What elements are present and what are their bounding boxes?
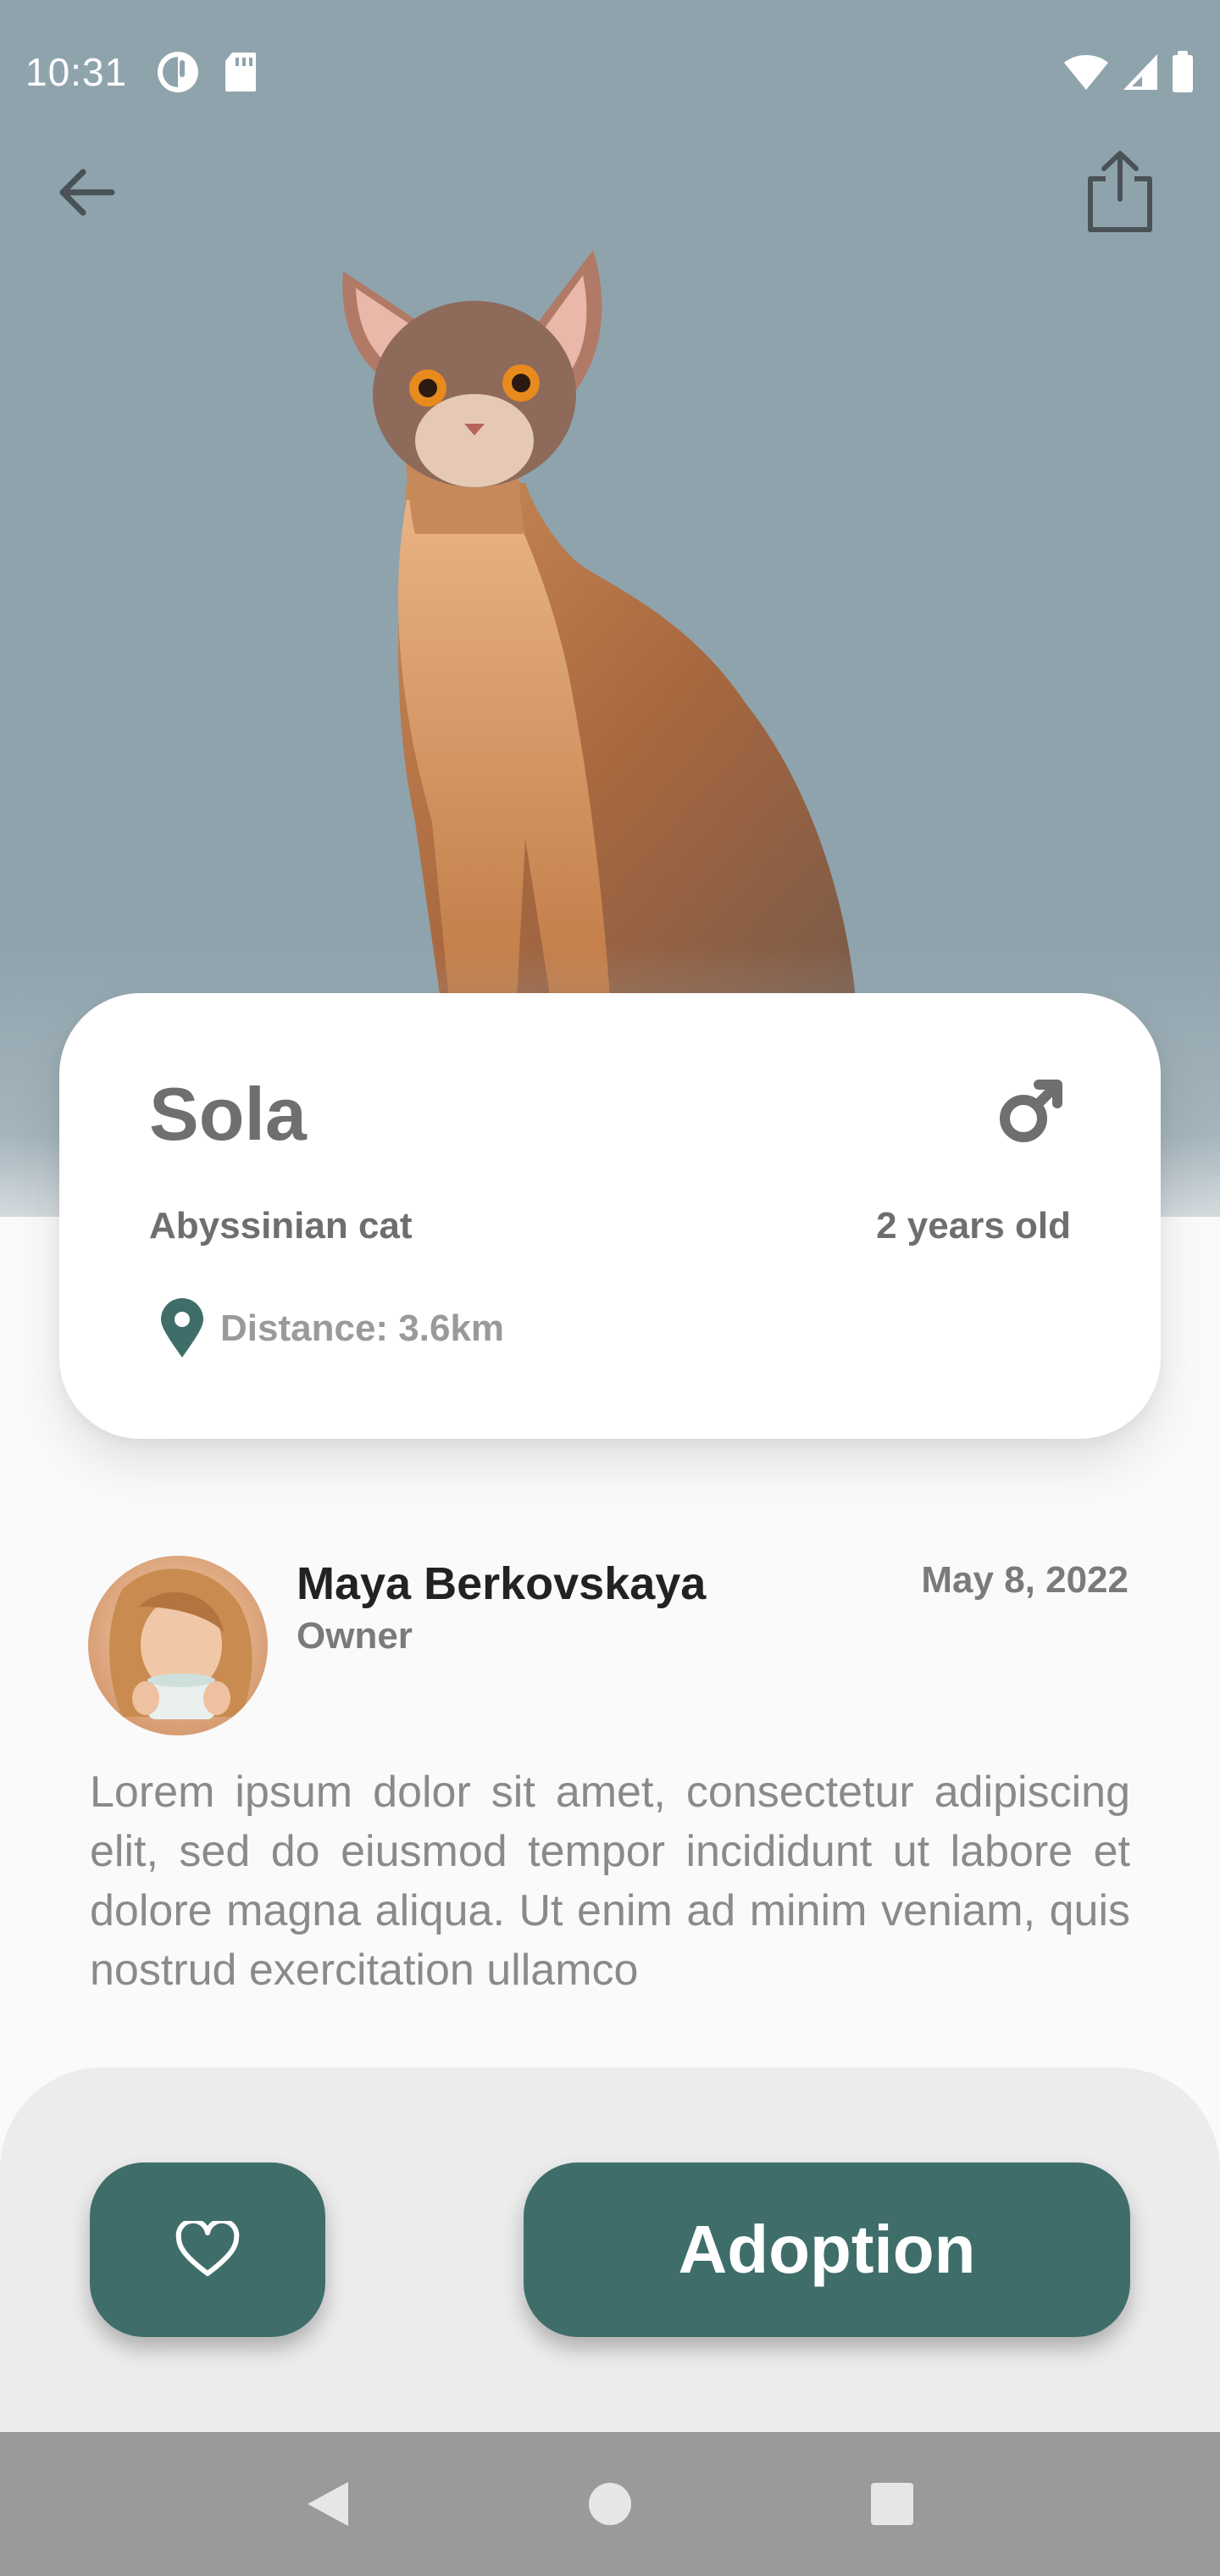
sd-card-icon [225,53,257,92]
share-button[interactable] [1076,144,1164,237]
favorite-button[interactable] [90,2162,325,2337]
distance-text: Distance: 3.6km [220,1307,505,1349]
status-time: 10:31 [25,50,128,94]
arrow-left-icon [59,169,115,216]
heart-icon [175,2221,240,2276]
pet-name: Sola [149,1072,307,1156]
nav-recents-button[interactable] [858,2470,926,2538]
pet-age: 2 years old [876,1205,1071,1246]
wifi-icon [1064,55,1108,90]
notification-icon [158,52,199,92]
nav-back-icon [307,2482,348,2526]
nav-home-button[interactable] [576,2470,644,2538]
owner-photo [109,1568,252,1719]
distance-row: Distance: 3.6km [159,1298,504,1359]
status-bar: 10:31 [0,0,1220,144]
cat-photo [342,250,856,1000]
post-date: May 8, 2022 [921,1559,1128,1601]
nav-recents-icon [871,2483,914,2525]
share-icon [1088,151,1152,232]
pet-breed: Abyssinian cat [149,1205,413,1246]
map-pin-icon [161,1298,203,1357]
battery-icon [1173,51,1193,92]
owner-name: Maya Berkovskaya [297,1558,707,1609]
nav-back-button[interactable] [294,2470,362,2538]
pet-info-card: Sola Abyssinian cat 2 years old Distance… [59,993,1161,1439]
status-right-icons [1062,51,1195,93]
pet-description: Lorem ipsum dolor sit amet, consectetur … [90,1768,1130,1995]
back-button[interactable] [42,148,130,236]
owner-role: Owner [297,1615,413,1657]
male-icon [1000,1080,1062,1142]
system-nav-bar [0,2432,1220,2576]
status-left-icons [156,50,258,94]
cell-signal-icon [1123,54,1157,90]
adoption-button[interactable]: Adoption [524,2162,1130,2337]
nav-home-icon [588,2483,631,2525]
avatar[interactable] [88,1556,268,1735]
